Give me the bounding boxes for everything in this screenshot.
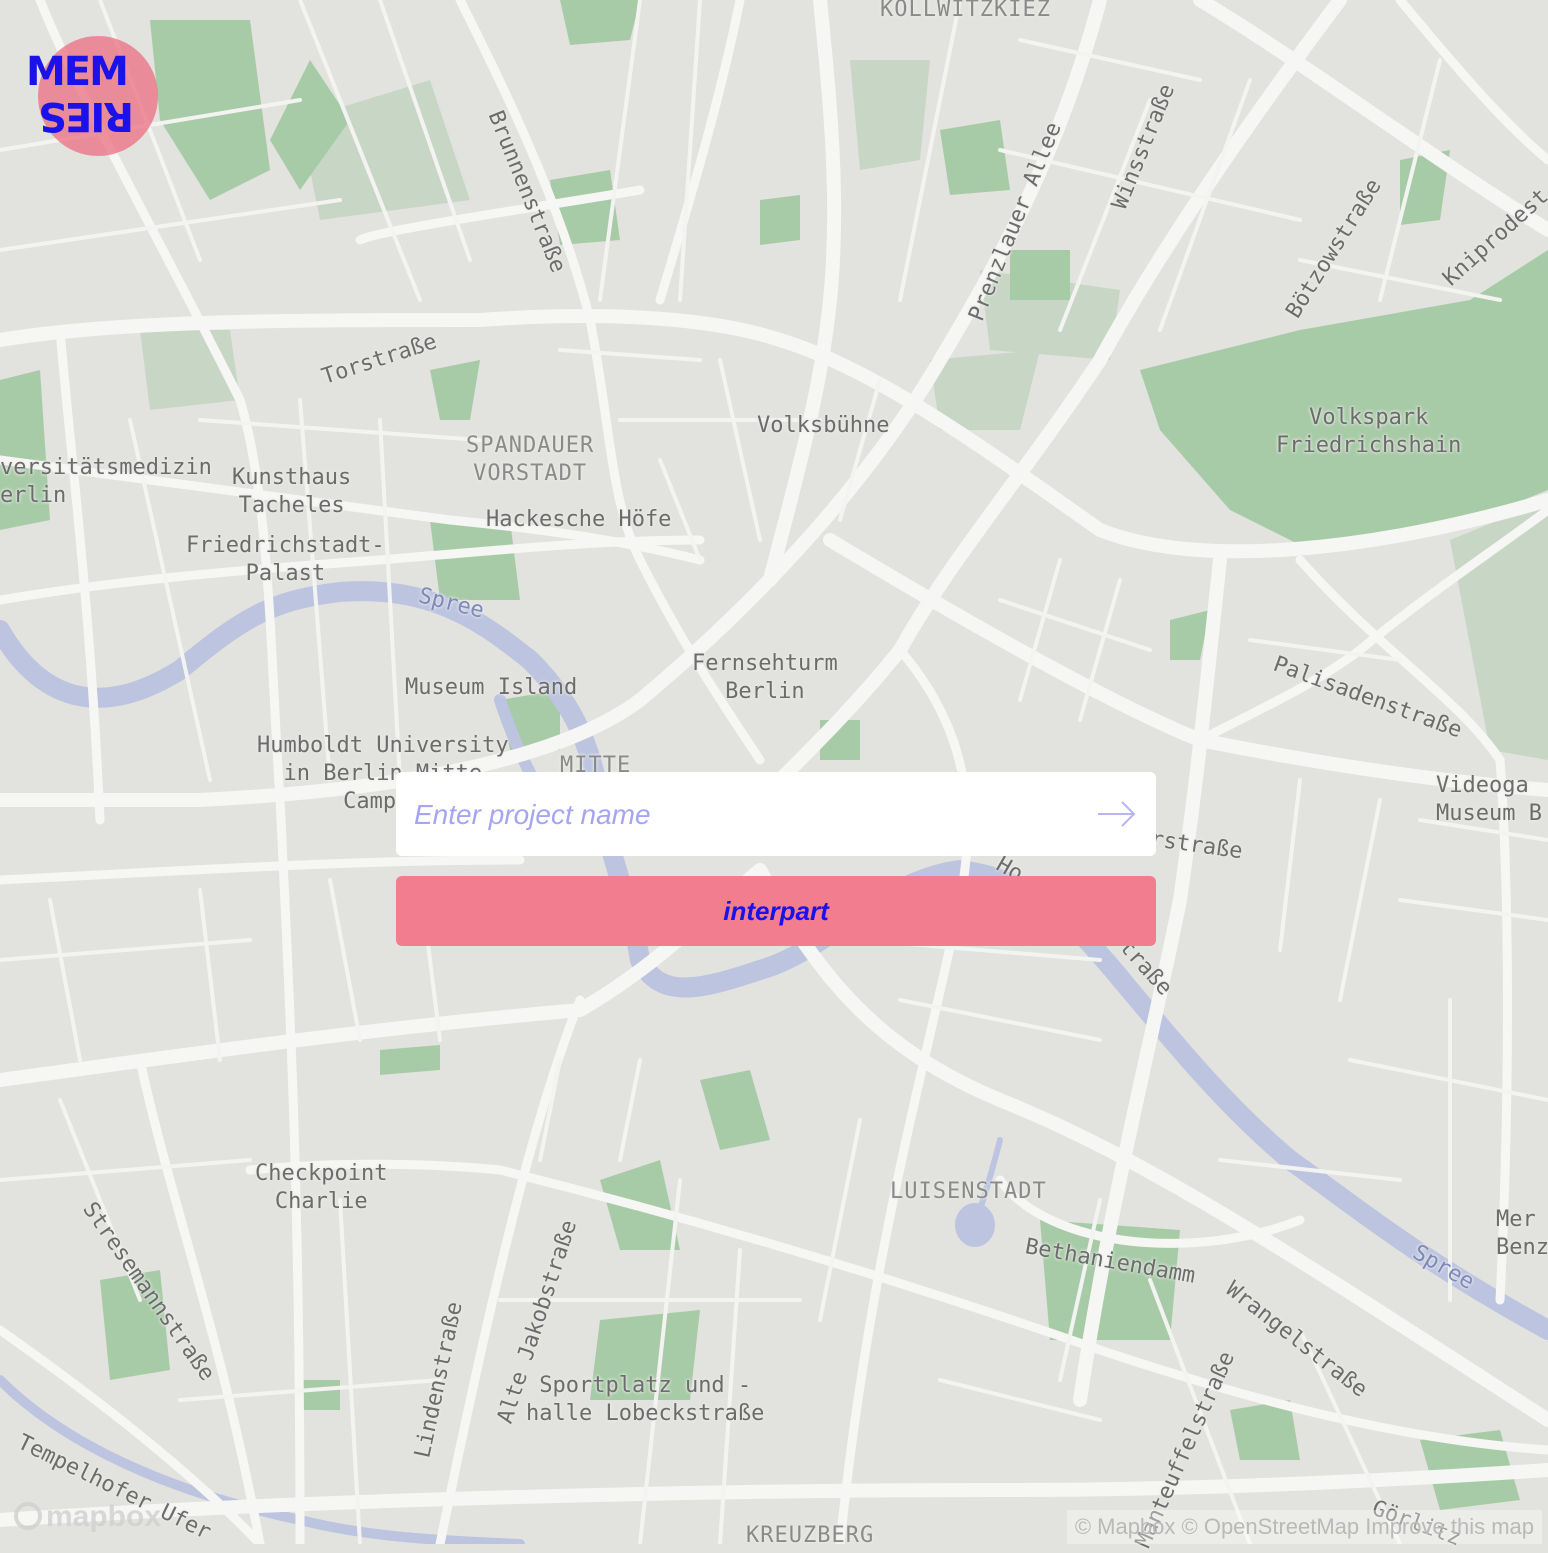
project-name-input[interactable] [412,772,1076,858]
mapbox-logo-text: mapbox [46,1500,162,1533]
label-hackesche-hoefe: Hackesche Höfe [486,507,672,532]
label-museum-island: Museum Island [405,675,578,700]
project-name-box [396,772,1156,858]
label-universitaetsmedizin: versitätsmedizin erlin [0,455,212,508]
label-volksbuehne: Volksbühne [757,413,890,438]
label-luisenstadt: LUISENSTADT [890,1179,1047,1204]
label-kollwitzkiez: KOLLWITZKIEZ [880,0,1051,22]
mapbox-logo[interactable]: mapbox [14,1500,161,1534]
arrow-right-icon[interactable] [1096,800,1136,828]
logo-top-text: MEM [26,49,129,95]
interpart-button[interactable]: interpart [396,876,1156,946]
label-mer-benz: Mer Benz [1496,1207,1548,1260]
mapbox-mark-icon [14,1502,42,1530]
logo[interactable]: MEM RIES [26,36,158,156]
label-fernsehturm: Fernsehturm Berlin [692,651,838,704]
label-kreuzberg: KREUZBERG [746,1523,875,1548]
map-attribution[interactable]: © Mapbox © OpenStreetMap Improve this ma… [1066,1510,1542,1544]
logo-bottom-text: RIES [40,93,134,139]
label-kunsthaus: Kunsthaus Tacheles [232,465,352,518]
label-checkpoint: Checkpoint Charlie [255,1161,388,1214]
label-friedrichstadt-palast: Friedrichstadt- Palast [186,533,385,586]
label-spandauer-vorstadt: SPANDAUER VORSTADT [466,433,595,486]
label-videogame-museum: Videoga Museum B [1436,773,1542,826]
label-sportplatz: Sportplatz und - halle Lobeckstraße [526,1373,765,1426]
label-volkspark: Volkspark Friedrichshain [1276,405,1462,458]
